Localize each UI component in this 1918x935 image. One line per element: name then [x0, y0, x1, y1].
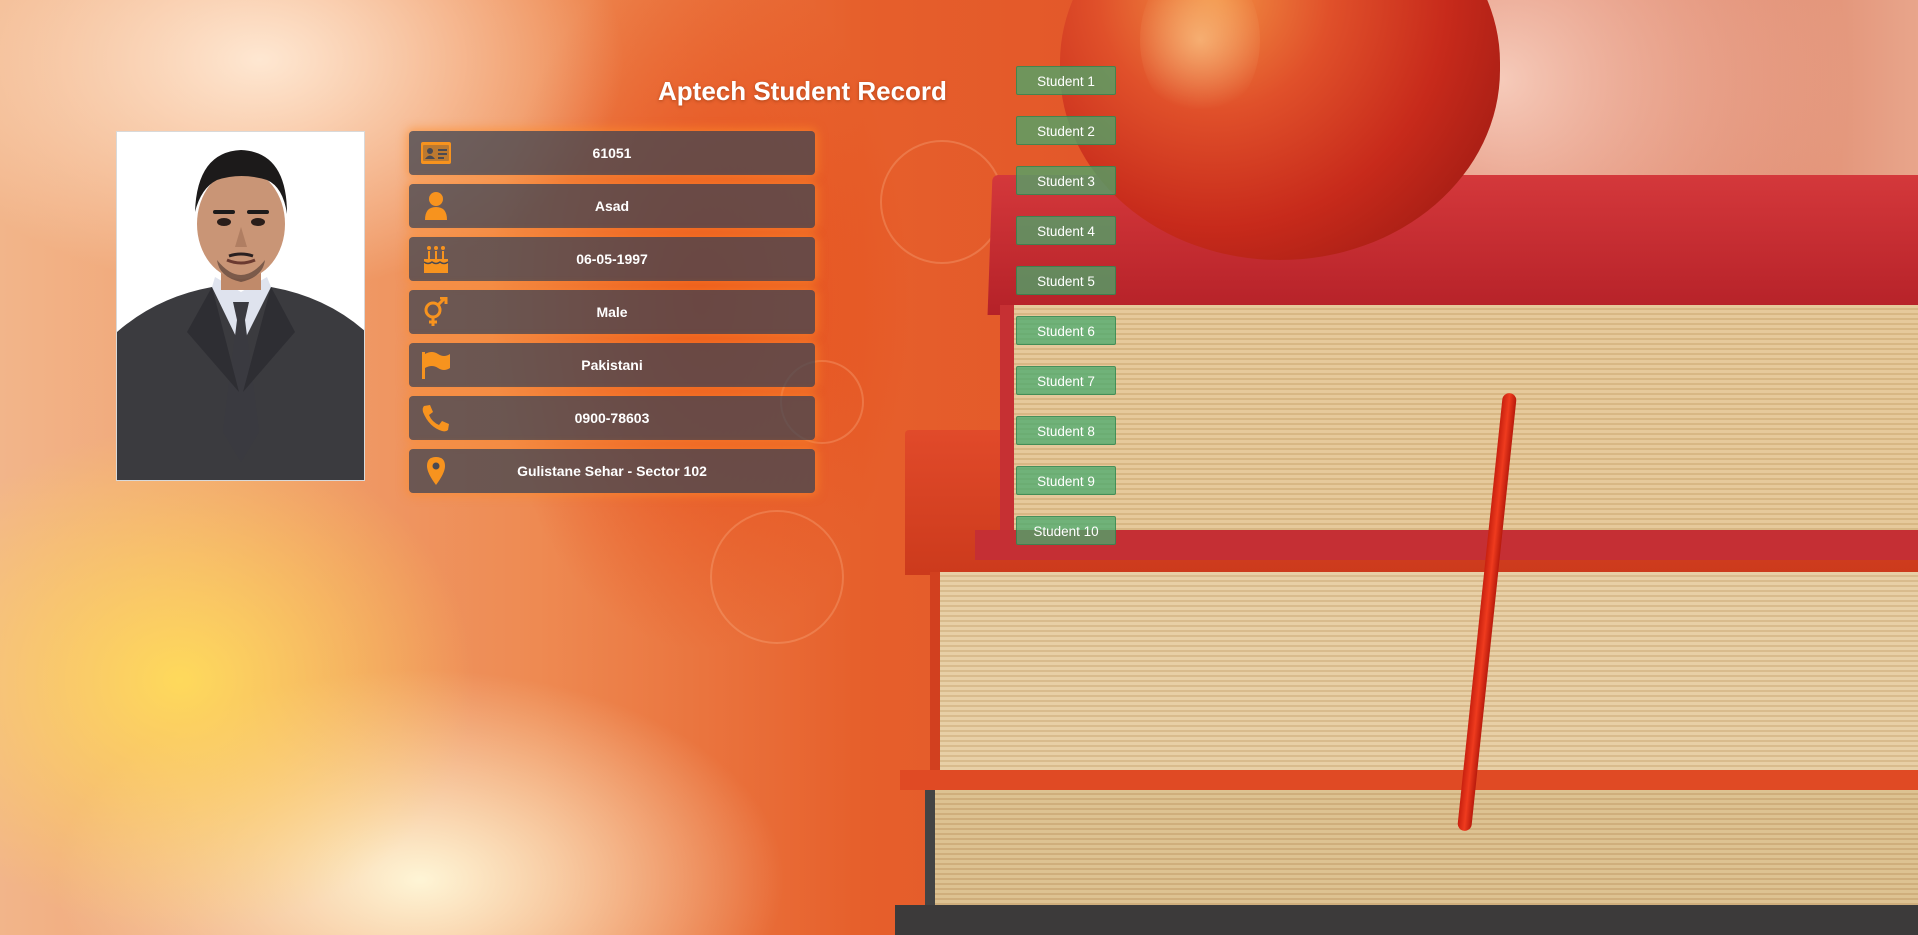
page-title: Aptech Student Record — [658, 76, 947, 106]
student-photo — [116, 131, 365, 481]
student-7-button[interactable]: Student 7 — [1016, 366, 1116, 395]
student-8-button[interactable]: Student 8 — [1016, 416, 1116, 445]
student-5-button[interactable]: Student 5 — [1016, 266, 1116, 295]
student-dob-field: 06-05-1997 — [409, 237, 815, 281]
student-gender-field: Male — [409, 290, 815, 334]
student-address-field: Gulistane Sehar - Sector 102 — [409, 449, 815, 493]
student-phone-field: 0900-78603 — [409, 396, 815, 440]
student-dob-value: 06-05-1997 — [576, 251, 648, 267]
student-6-button[interactable]: Student 6 — [1016, 316, 1116, 345]
book-cover — [975, 530, 1918, 560]
student-4-button[interactable]: Student 4 — [1016, 216, 1116, 245]
student-info-list: 61051 Asad 06-05-1997 Male Pakistani 090… — [409, 131, 815, 502]
book-pages — [925, 790, 1918, 910]
bokeh-light — [880, 140, 1004, 264]
student-gender-value: Male — [596, 304, 628, 320]
map-marker-icon — [419, 455, 453, 487]
book-cover — [900, 770, 1918, 790]
student-address-value: Gulistane Sehar - Sector 102 — [517, 463, 707, 479]
student-selector: Student 1 Student 2 Student 3 Student 4 … — [1016, 66, 1116, 566]
student-id-value: 61051 — [592, 145, 632, 161]
flag-icon — [419, 349, 453, 381]
student-9-button[interactable]: Student 9 — [1016, 466, 1116, 495]
book-pages — [930, 572, 1918, 772]
student-2-button[interactable]: Student 2 — [1016, 116, 1116, 145]
student-name-value: Asad — [594, 198, 630, 214]
student-name-field: Asad — [409, 184, 815, 228]
phone-icon — [419, 402, 453, 434]
student-id-field: 61051 — [409, 131, 815, 175]
bokeh-light — [710, 510, 844, 644]
id-card-icon — [419, 137, 453, 169]
student-nationality-field: Pakistani — [409, 343, 815, 387]
gender-icon — [419, 296, 453, 328]
book-cover — [895, 905, 1918, 935]
student-10-button[interactable]: Student 10 — [1016, 516, 1116, 545]
student-phone-value: 0900-78603 — [574, 410, 650, 426]
student-1-button[interactable]: Student 1 — [1016, 66, 1116, 95]
user-icon — [419, 190, 453, 222]
student-nationality-value: Pakistani — [581, 357, 643, 373]
book-pages — [1000, 305, 1918, 535]
student-3-button[interactable]: Student 3 — [1016, 166, 1116, 195]
birthday-cake-icon — [419, 243, 453, 275]
student-portrait — [117, 132, 364, 480]
